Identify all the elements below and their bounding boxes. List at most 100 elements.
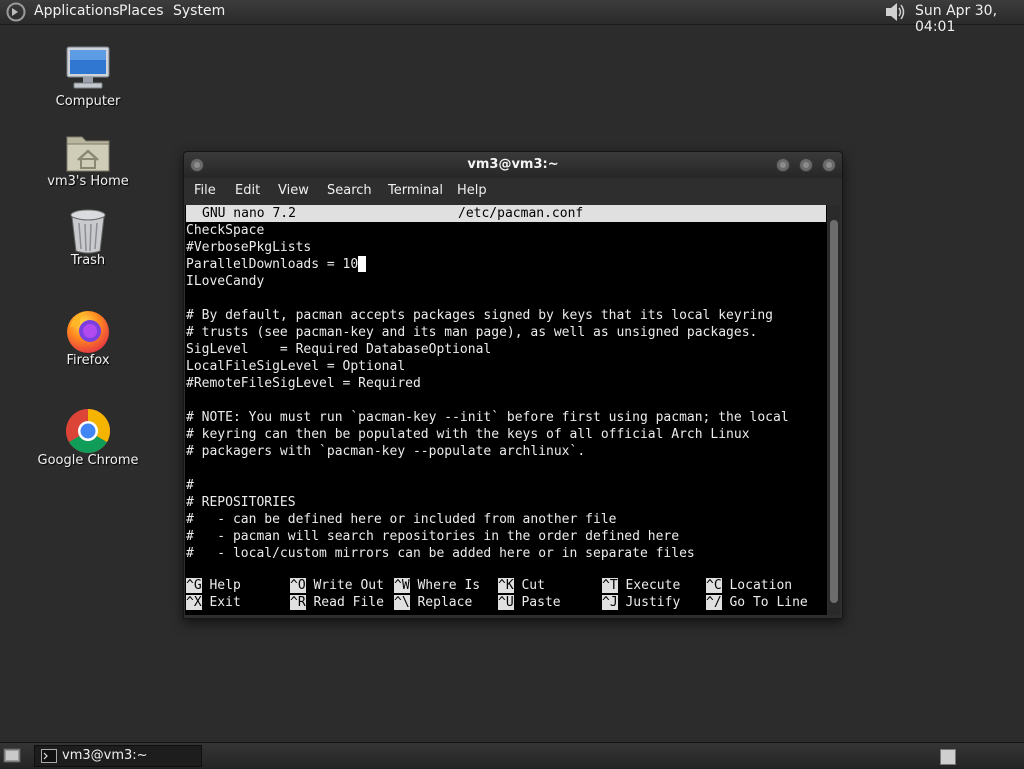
shortcut-key: ^K bbox=[498, 578, 514, 593]
menu-search[interactable]: Search bbox=[327, 183, 372, 198]
trash-icon bbox=[70, 209, 106, 254]
desktop-icon-label: Trash bbox=[70, 253, 106, 268]
editor-line: #RemoteFileSigLevel = Required bbox=[186, 376, 421, 391]
nano-filename: /etc/pacman.conf bbox=[458, 206, 584, 221]
terminal-menubar: File Edit View Search Terminal Help bbox=[184, 178, 842, 204]
desktop-icon-computer[interactable]: Computer bbox=[28, 44, 148, 114]
editor-line: LocalFileSigLevel = Optional bbox=[186, 359, 406, 374]
scrollbar-thumb[interactable] bbox=[830, 220, 838, 603]
editor-line: # trusts (see pacman-key and its man pag… bbox=[186, 325, 758, 340]
shortcut-item: ^R Read File bbox=[290, 594, 384, 611]
shortcut-item: ^U Paste bbox=[498, 594, 561, 611]
bottom-panel: vm3@vm3:~ bbox=[0, 742, 1024, 769]
firefox-icon bbox=[67, 311, 109, 353]
shortcut-label: Cut bbox=[521, 578, 545, 593]
terminal-scrollbar[interactable] bbox=[828, 205, 840, 615]
shortcut-label: Paste bbox=[521, 595, 561, 610]
shortcut-item: ^W Where Is bbox=[394, 577, 480, 594]
shortcut-label: Help bbox=[209, 578, 241, 593]
shortcut-key: ^/ bbox=[706, 595, 722, 610]
shortcut-key: ^X bbox=[186, 595, 202, 610]
top-panel: Applications Places System Sun Apr 30, 0… bbox=[0, 0, 1024, 35]
desktop-icon-label: Computer bbox=[55, 94, 121, 109]
shortcut-label: Read File bbox=[313, 595, 384, 610]
shortcut-label: Go To Line bbox=[729, 595, 808, 610]
editor-line: # NOTE: You must run `pacman-key --init`… bbox=[186, 410, 789, 425]
menu-help[interactable]: Help bbox=[457, 183, 487, 198]
editor-line: # - local/custom mirrors can be added he… bbox=[186, 546, 695, 561]
editor-line: ILoveCandy bbox=[186, 274, 265, 289]
editor-line: # REPOSITORIES bbox=[186, 495, 296, 510]
close-icon[interactable] bbox=[821, 157, 837, 173]
shortcut-item: ^J Justify bbox=[602, 594, 680, 611]
maximize-icon[interactable] bbox=[798, 157, 814, 173]
nano-version: GNU nano 7.2 bbox=[202, 206, 296, 221]
shortcut-key: ^G bbox=[186, 578, 202, 593]
shortcut-item: ^\ Replace bbox=[394, 594, 472, 611]
show-desktop-icon[interactable] bbox=[3, 748, 21, 764]
terminal-window[interactable]: vm3@vm3:~ File Edit View Search Terminal… bbox=[183, 151, 843, 619]
window-titlebar[interactable]: vm3@vm3:~ bbox=[184, 152, 842, 178]
editor-line: #VerbosePkgLists bbox=[186, 240, 312, 255]
shortcut-label: Execute bbox=[625, 578, 681, 593]
editor-line: SigLevel = Required DatabaseOptional bbox=[186, 342, 492, 357]
volume-icon[interactable] bbox=[884, 2, 906, 22]
shortcut-label: Location bbox=[729, 578, 793, 593]
shortcut-label: Where Is bbox=[417, 578, 481, 593]
editor-line: # packagers with `pacman-key --populate … bbox=[186, 444, 586, 459]
workspace-switcher[interactable] bbox=[940, 749, 956, 765]
editor-line: ParallelDownloads = 10 bbox=[186, 256, 826, 273]
shortcut-key: ^W bbox=[394, 578, 410, 593]
applications-menu[interactable]: Applications bbox=[34, 3, 120, 19]
shortcut-key: ^C bbox=[706, 578, 722, 593]
desktop-icon-firefox[interactable]: Firefox bbox=[28, 307, 148, 377]
desktop-icon-chrome[interactable]: Google Chrome bbox=[28, 407, 148, 477]
chrome-icon bbox=[66, 409, 110, 453]
shortcut-item: ^X Exit bbox=[186, 594, 241, 611]
editor-line: # keyring can then be populated with the… bbox=[186, 427, 750, 442]
editor-text[interactable]: CheckSpace #VerbosePkgLists ParallelDownlo… bbox=[186, 222, 826, 562]
editor-line: # - pacman will search repositories in t… bbox=[186, 529, 680, 544]
text-cursor bbox=[358, 256, 367, 272]
shortcut-item: ^C Location bbox=[706, 577, 792, 594]
taskbar-button-terminal[interactable]: vm3@vm3:~ bbox=[34, 745, 202, 767]
editor-line: # bbox=[186, 478, 194, 493]
shortcut-item: ^T Execute bbox=[602, 577, 680, 594]
places-menu[interactable]: Places bbox=[119, 3, 164, 19]
distro-logo-icon[interactable] bbox=[6, 2, 26, 22]
shortcut-item: ^K Cut bbox=[498, 577, 545, 594]
editor-line: CheckSpace bbox=[186, 223, 265, 238]
desktop-icon-home[interactable]: vm3's Home bbox=[28, 126, 148, 196]
nano-shortcut-bar: ^G Help ^O Write Out ^W Where Is ^K Cut ^T E… bbox=[186, 577, 826, 611]
shortcut-label: Justify bbox=[625, 595, 681, 610]
menu-terminal[interactable]: Terminal bbox=[388, 183, 443, 198]
menu-edit[interactable]: Edit bbox=[235, 183, 260, 198]
shortcut-item: ^G Help bbox=[186, 577, 241, 594]
shortcut-label: Replace bbox=[417, 595, 473, 610]
shortcut-label: Write Out bbox=[313, 578, 384, 593]
minimize-icon[interactable] bbox=[775, 157, 791, 173]
nano-header: GNU nano 7.2 /etc/pacman.conf bbox=[186, 205, 826, 222]
desktop-icon-trash[interactable]: Trash bbox=[28, 207, 148, 277]
system-menu[interactable]: System bbox=[173, 3, 225, 19]
desktop-icon-label: Firefox bbox=[66, 353, 110, 368]
shortcut-key: ^T bbox=[602, 578, 618, 593]
editor-line: # - can be defined here or included from… bbox=[186, 512, 617, 527]
shortcut-key: ^O bbox=[290, 578, 306, 593]
menu-view[interactable]: View bbox=[278, 183, 309, 198]
menu-file[interactable]: File bbox=[194, 183, 216, 198]
terminal-area[interactable]: GNU nano 7.2 /etc/pacman.conf CheckSpace… bbox=[185, 205, 827, 615]
desktop-icon-label: vm3's Home bbox=[47, 174, 129, 189]
taskbar-button-label: vm3@vm3:~ bbox=[62, 748, 148, 763]
editor-line: # By default, pacman accepts packages si… bbox=[186, 308, 773, 323]
shortcut-key: ^\ bbox=[394, 595, 410, 610]
shortcut-key: ^R bbox=[290, 595, 306, 610]
clock[interactable]: Sun Apr 30, 04:01 bbox=[915, 3, 1024, 35]
home-folder-icon bbox=[66, 136, 110, 172]
computer-icon bbox=[66, 46, 110, 89]
window-title: vm3@vm3:~ bbox=[467, 157, 559, 172]
desktop-icon-label: Google Chrome bbox=[37, 453, 139, 468]
